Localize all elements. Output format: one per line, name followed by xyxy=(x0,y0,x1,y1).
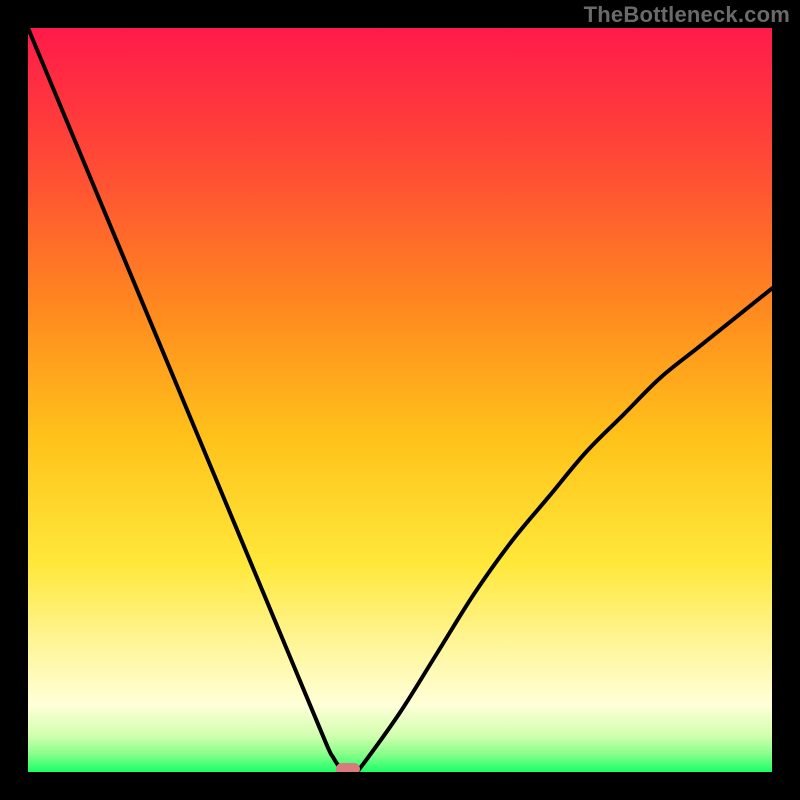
chart-frame: TheBottleneck.com xyxy=(0,0,800,800)
bottleneck-curve xyxy=(28,28,772,772)
minimum-marker xyxy=(336,763,360,772)
watermark-label: TheBottleneck.com xyxy=(584,2,790,28)
plot-area xyxy=(28,28,772,772)
